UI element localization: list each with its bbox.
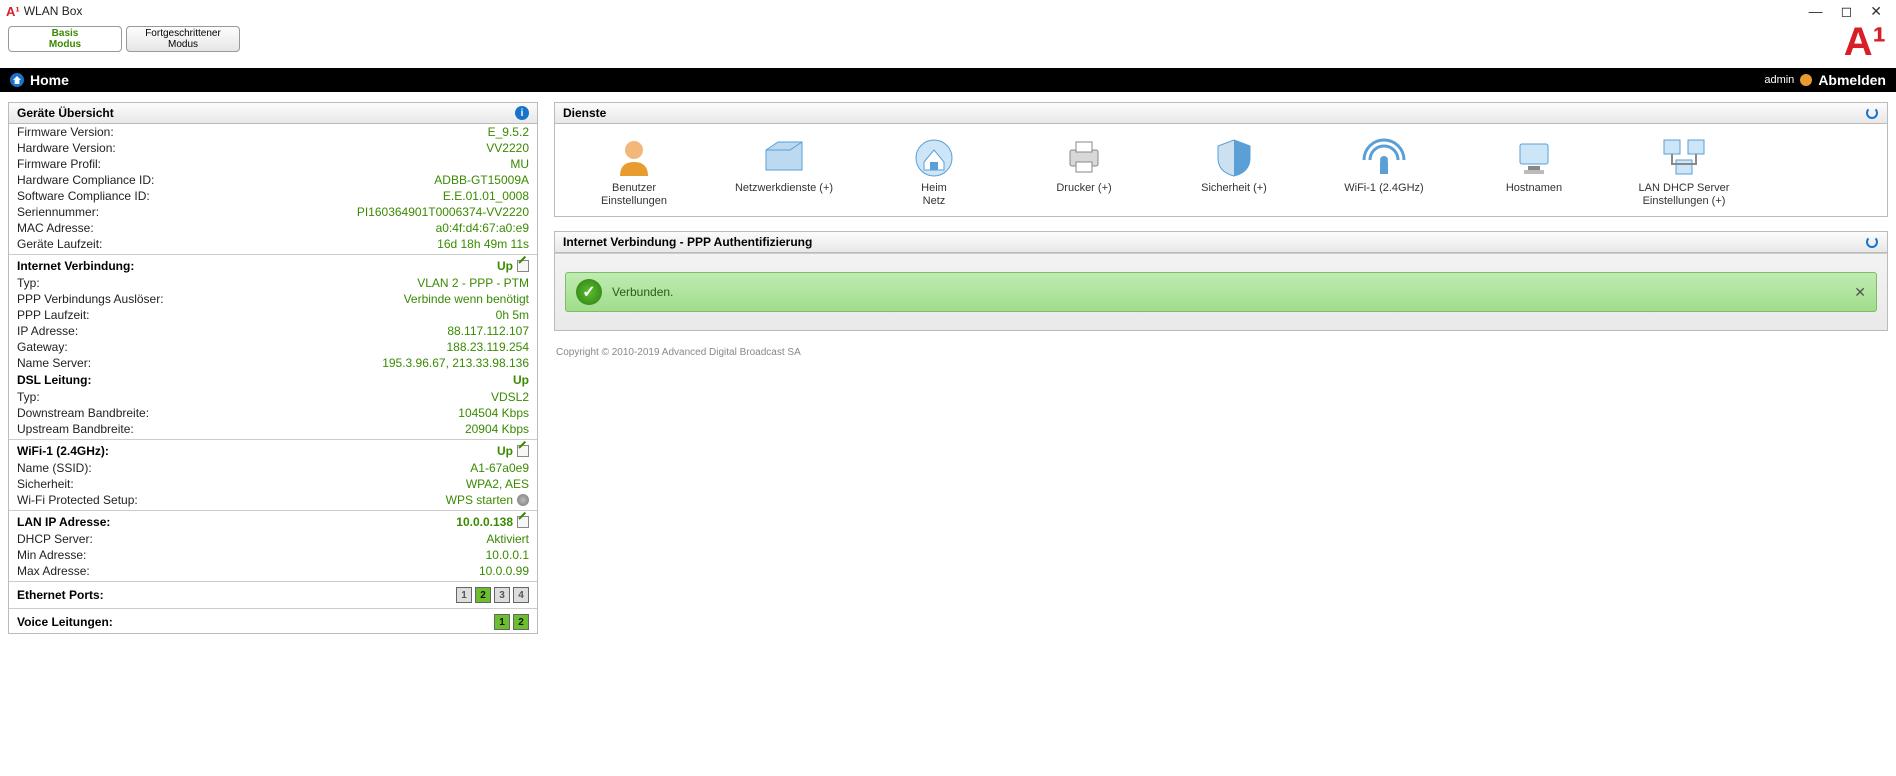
info-icon[interactable]: i bbox=[515, 106, 529, 120]
wps-label: Wi-Fi Protected Setup: bbox=[17, 493, 138, 507]
kv-row: PPP Verbindungs Auslöser:Verbinde wenn b… bbox=[9, 291, 537, 307]
kv-row: Sicherheit:WPA2, AES bbox=[9, 476, 537, 492]
brand-logo-icon: A¹ bbox=[1844, 26, 1888, 58]
service-dhcp[interactable]: LAN DHCP Server Einstellungen (+) bbox=[1629, 136, 1739, 208]
services-title: Dienste bbox=[563, 106, 606, 120]
service-label: Netzwerkdienste (+) bbox=[735, 182, 833, 195]
port-indicator: 3 bbox=[494, 587, 510, 603]
user-icon bbox=[1800, 74, 1812, 86]
kv-row: Upstream Bandbreite:20904 Kbps bbox=[9, 421, 537, 437]
edit-icon[interactable] bbox=[517, 445, 529, 457]
service-label: Hostnamen bbox=[1506, 182, 1562, 195]
edit-icon[interactable] bbox=[517, 516, 529, 528]
home-network-icon bbox=[909, 136, 959, 178]
service-label: LAN DHCP Server Einstellungen (+) bbox=[1639, 182, 1730, 208]
status-message: ✓ Verbunden. ✕ bbox=[565, 272, 1877, 312]
port-indicator: 1 bbox=[456, 587, 472, 603]
wps-icon[interactable] bbox=[517, 494, 529, 506]
username-label: admin bbox=[1764, 74, 1794, 86]
wifi-section: WiFi-1 (2.4GHz): Up bbox=[9, 442, 537, 460]
voice-lines-row: Voice Leitungen: 12 bbox=[9, 611, 537, 633]
dismiss-icon[interactable]: ✕ bbox=[1854, 284, 1866, 301]
service-hostnames[interactable]: Hostnamen bbox=[1479, 136, 1589, 208]
maximize-icon[interactable]: ◻ bbox=[1841, 3, 1853, 20]
services-panel: Dienste Benutzer Einstellungen Netzwerkdi… bbox=[554, 102, 1888, 217]
kv-row: Name (SSID):A1-67a0e9 bbox=[9, 460, 537, 476]
refresh-icon[interactable] bbox=[1865, 106, 1879, 120]
hostnames-icon bbox=[1509, 136, 1559, 178]
service-printers[interactable]: Drucker (+) bbox=[1029, 136, 1139, 208]
kv-row: Min Adresse:10.0.0.1 bbox=[9, 547, 537, 563]
window-title: WLAN Box bbox=[24, 4, 83, 18]
basic-mode-button[interactable]: Basis Modus bbox=[8, 26, 122, 52]
kv-row: Software Compliance ID:E.E.01.01_0008 bbox=[9, 188, 537, 204]
kv-row: Firmware Profil:MU bbox=[9, 156, 537, 172]
kv-row: Gateway:188.23.119.254 bbox=[9, 339, 537, 355]
port-indicator: 2 bbox=[513, 614, 529, 630]
kv-row: Firmware Version:E_9.5.2 bbox=[9, 124, 537, 140]
kv-row: Geräte Laufzeit:16d 18h 49m 11s bbox=[9, 236, 537, 252]
wifi-icon bbox=[1359, 136, 1409, 178]
service-label: Drucker (+) bbox=[1056, 182, 1111, 195]
service-label: Heim Netz bbox=[921, 182, 947, 208]
printers-icon bbox=[1059, 136, 1109, 178]
kv-row: Hardware Version:VV2220 bbox=[9, 140, 537, 156]
advanced-mode-button[interactable]: Fortgeschrittener Modus bbox=[126, 26, 240, 52]
auth-title: Internet Verbindung - PPP Authentifizier… bbox=[563, 235, 812, 249]
kv-row: DHCP Server:Aktiviert bbox=[9, 531, 537, 547]
kv-row: MAC Adresse:a0:4f:d4:67:a0:e9 bbox=[9, 220, 537, 236]
service-home-network[interactable]: Heim Netz bbox=[879, 136, 989, 208]
nav-bar: Home admin Abmelden bbox=[0, 68, 1896, 92]
kv-row: Downstream Bandbreite:104504 Kbps bbox=[9, 405, 537, 421]
port-indicator: 1 bbox=[494, 614, 510, 630]
internet-section: Internet Verbindung: Up bbox=[9, 257, 537, 275]
port-indicator: 2 bbox=[475, 587, 491, 603]
security-icon bbox=[1209, 136, 1259, 178]
kv-row: Hardware Compliance ID:ADBB-GT15009A bbox=[9, 172, 537, 188]
kv-row: PPP Laufzeit:0h 5m bbox=[9, 307, 537, 323]
status-text: Verbunden. bbox=[612, 285, 673, 299]
service-security[interactable]: Sicherheit (+) bbox=[1179, 136, 1289, 208]
auth-panel: Internet Verbindung - PPP Authentifizier… bbox=[554, 231, 1888, 331]
logout-link[interactable]: Abmelden bbox=[1818, 72, 1886, 88]
overview-title: Geräte Übersicht bbox=[17, 106, 114, 120]
kv-row: Max Adresse:10.0.0.99 bbox=[9, 563, 537, 579]
device-overview-panel: Geräte Übersicht i Firmware Version:E_9.… bbox=[8, 102, 538, 634]
user-settings-icon bbox=[609, 136, 659, 178]
check-icon: ✓ bbox=[576, 279, 602, 305]
kv-row: Typ:VDSL2 bbox=[9, 389, 537, 405]
kv-row: Seriennummer:PI160364901T0006374-VV2220 bbox=[9, 204, 537, 220]
service-network-services[interactable]: Netzwerkdienste (+) bbox=[729, 136, 839, 208]
close-icon[interactable]: ✕ bbox=[1870, 3, 1882, 20]
service-label: Sicherheit (+) bbox=[1201, 182, 1267, 195]
service-wifi[interactable]: WiFi-1 (2.4GHz) bbox=[1329, 136, 1439, 208]
service-user-settings[interactable]: Benutzer Einstellungen bbox=[579, 136, 689, 208]
service-label: Benutzer Einstellungen bbox=[601, 182, 667, 208]
kv-row: Name Server:195.3.96.67, 213.33.98.136 bbox=[9, 355, 537, 371]
window-titlebar: A¹ WLAN Box — ◻ ✕ bbox=[0, 0, 1896, 22]
dsl-section: DSL Leitung: Up bbox=[9, 371, 537, 389]
wps-start-link[interactable]: WPS starten bbox=[446, 493, 513, 507]
port-indicator: 4 bbox=[513, 587, 529, 603]
kv-row: IP Adresse:88.117.112.107 bbox=[9, 323, 537, 339]
ethernet-ports-row: Ethernet Ports: 1234 bbox=[9, 584, 537, 606]
dhcp-icon bbox=[1659, 136, 1709, 178]
edit-icon[interactable] bbox=[517, 260, 529, 272]
home-icon[interactable] bbox=[10, 73, 24, 87]
mode-toolbar: Basis Modus Fortgeschrittener Modus A¹ bbox=[0, 22, 1896, 68]
app-logo-icon: A¹ bbox=[6, 4, 20, 19]
page-title: Home bbox=[30, 72, 69, 88]
window-controls: — ◻ ✕ bbox=[1809, 3, 1890, 20]
network-services-icon bbox=[759, 136, 809, 178]
minimize-icon[interactable]: — bbox=[1809, 3, 1823, 20]
copyright: Copyright © 2010-2019 Advanced Digital B… bbox=[554, 345, 1888, 358]
lan-section: LAN IP Adresse: 10.0.0.138 bbox=[9, 513, 537, 531]
kv-row: Typ:VLAN 2 - PPP - PTM bbox=[9, 275, 537, 291]
refresh-icon[interactable] bbox=[1865, 235, 1879, 249]
service-label: WiFi-1 (2.4GHz) bbox=[1344, 182, 1423, 195]
